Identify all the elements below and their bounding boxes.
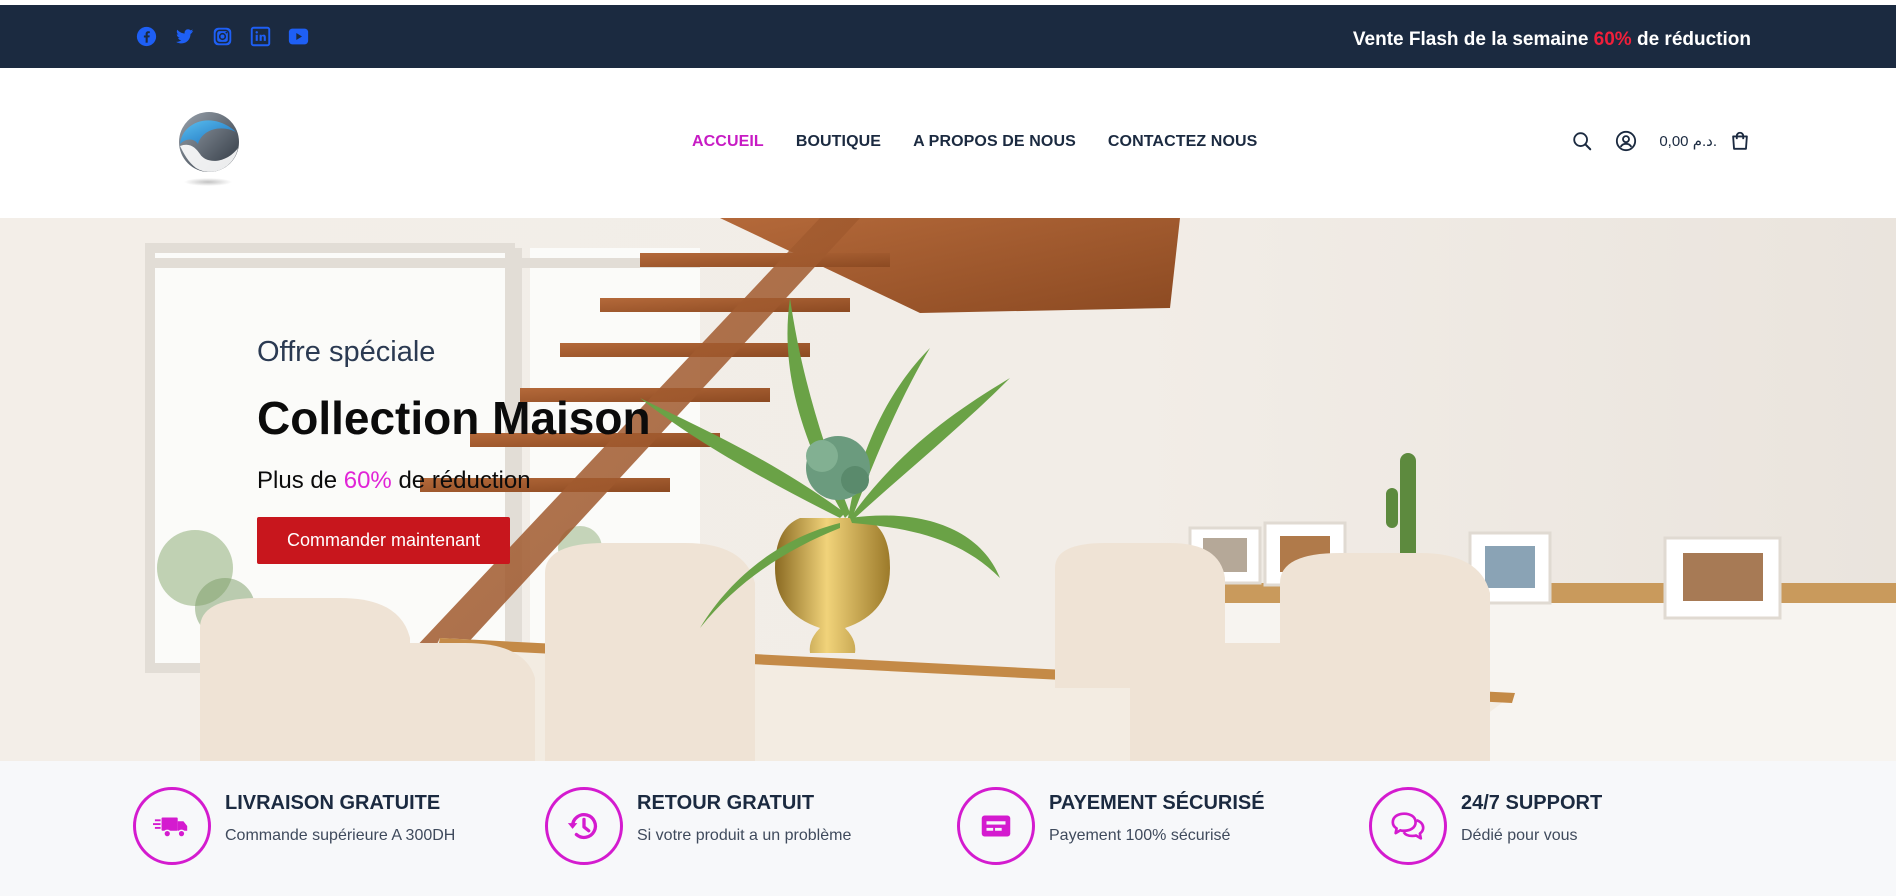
feature-subtitle: Si votre produit a un problème [637,827,852,844]
cart-total: 0,00 د.م. [1659,133,1717,150]
feature-subtitle: Dédié pour vous [1461,827,1578,844]
feature-free-delivery: LIVRAISON GRATUITE Commande supérieure A… [133,787,455,865]
feature-subtitle: Commande supérieure A 300DH [225,827,456,844]
feature-support-text: 24/7 SUPPORT Dédié pour vous [1461,792,1602,845]
order-now-button[interactable]: Commander maintenant [257,517,511,564]
site-header: ACCUEIL BOUTIQUE A PROPOS DE NOUS CONTAC… [0,68,1896,218]
feature-subtitle: Payement 100% sécurisé [1049,827,1231,844]
feature-title: PAYEMENT SÉCURISÉ [1049,792,1265,814]
feature-title: 24/7 SUPPORT [1461,792,1603,814]
chat-icon [1369,787,1447,865]
feature-secure-payment: PAYEMENT SÉCURISÉ Payement 100% sécurisé [957,787,1265,865]
cart-button[interactable]: 0,00 د.م. [1659,130,1751,152]
hero-title: Collection Maison [257,392,651,444]
site-logo[interactable] [172,108,246,188]
linkedin-icon[interactable] [250,26,271,47]
flash-sale-banner: Vente Flash de la semaine 60% de réducti… [1353,29,1751,51]
feature-secure-payment-text: PAYEMENT SÉCURISÉ Payement 100% sécurisé [1049,792,1265,845]
nav-item-contact[interactable]: CONTACTEZ NOUS [1108,133,1258,151]
feature-support: 24/7 SUPPORT Dédié pour vous [1369,787,1602,865]
hero-offer-label: Offre spéciale [257,336,436,368]
instagram-icon[interactable] [212,26,233,47]
hero-discount-suffix: de réduction [398,467,531,494]
credit-card-icon [957,787,1035,865]
feature-title: LIVRAISON GRATUITE [225,792,441,814]
feature-title: RETOUR GRATUIT [637,792,815,814]
nav-item-accueil[interactable]: ACCUEIL [692,133,764,151]
header-actions: 0,00 د.م. [1571,130,1751,152]
hero-content: Offre spéciale Collection Maison Plus de… [257,336,651,564]
social-links [136,26,309,47]
top-bar: Vente Flash de la semaine 60% de réducti… [0,5,1896,68]
cart-icon [1729,130,1751,152]
history-icon [545,787,623,865]
youtube-icon[interactable] [288,26,309,47]
hero-discount: Plus de 60% de réduction [257,467,651,495]
hero-discount-percent: 60% [343,467,392,494]
hero-discount-prefix: Plus de [257,467,338,494]
flash-sale-percent: 60% [1593,29,1632,50]
nav-item-a-propos[interactable]: A PROPOS DE NOUS [913,133,1076,151]
main-nav: ACCUEIL BOUTIQUE A PROPOS DE NOUS CONTAC… [692,133,1257,151]
truck-icon [133,787,211,865]
feature-free-return: RETOUR GRATUIT Si votre produit a un pro… [545,787,851,865]
hero-banner: Offre spéciale Collection Maison Plus de… [0,218,1896,761]
flash-sale-suffix: de réduction [1636,29,1751,50]
feature-free-delivery-text: LIVRAISON GRATUITE Commande supérieure A… [225,792,455,845]
twitter-icon[interactable] [174,26,195,47]
flash-sale-prefix: Vente Flash de la semaine [1352,29,1589,50]
feature-free-return-text: RETOUR GRATUIT Si votre produit a un pro… [637,792,851,845]
facebook-icon[interactable] [136,26,157,47]
features-bar: LIVRAISON GRATUITE Commande supérieure A… [0,761,1896,896]
account-icon[interactable] [1615,130,1637,152]
nav-item-boutique[interactable]: BOUTIQUE [796,133,881,151]
search-icon[interactable] [1571,130,1593,152]
